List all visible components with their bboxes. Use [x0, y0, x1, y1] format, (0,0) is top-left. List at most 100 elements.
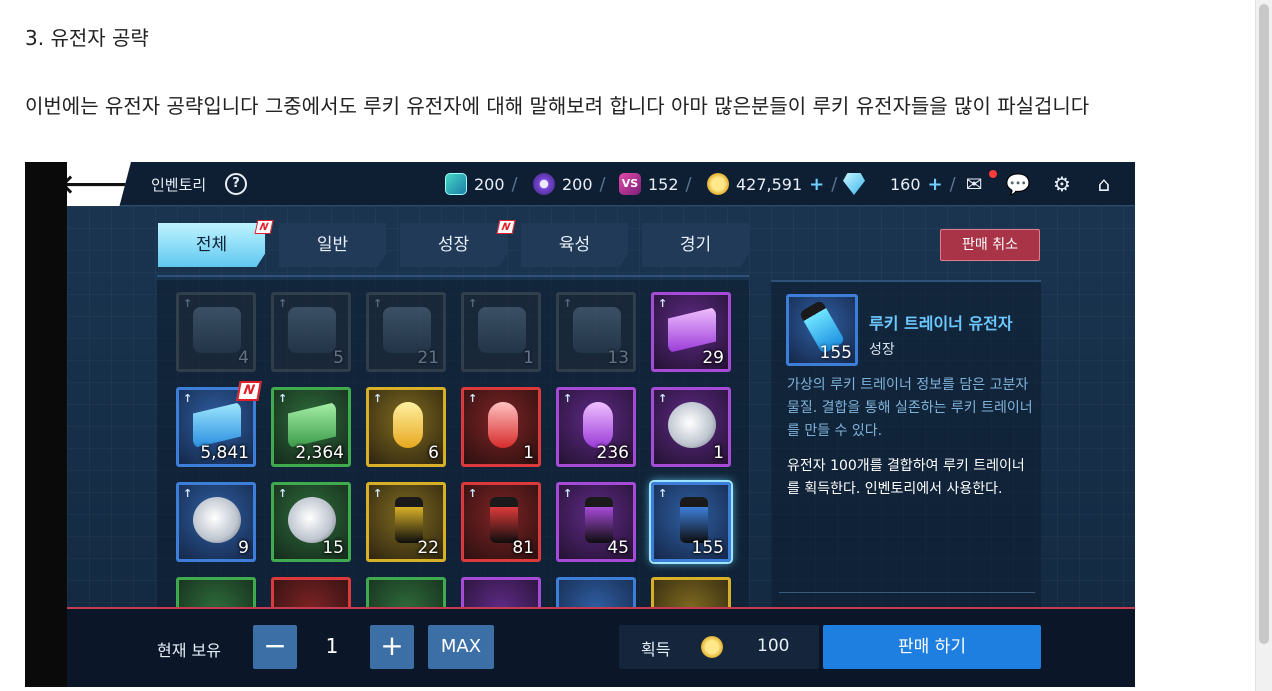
item-count: 236: [596, 443, 629, 463]
gold-value: 427,591: [736, 174, 803, 194]
max-icon: [573, 307, 621, 353]
inventory-item[interactable]: ↑ 13: [556, 292, 636, 372]
selected-item-count: 155: [819, 343, 852, 363]
inventory-item[interactable]: ↑ 22: [366, 482, 446, 562]
vs-ticket-icon: VS: [619, 173, 641, 195]
gem-value: 160: [890, 174, 921, 194]
item-count: 1: [523, 443, 534, 463]
orb-icon: [533, 173, 555, 195]
tab-all[interactable]: 전체: [158, 223, 265, 267]
separator: /: [949, 173, 956, 195]
inventory-item[interactable]: ↑ 21: [366, 292, 446, 372]
inventory-item[interactable]: ↑ 155: [651, 482, 731, 562]
box-icon: [193, 307, 241, 353]
page-scrollbar[interactable]: [1255, 0, 1272, 691]
inventory-item[interactable]: ↑ 1: [651, 387, 731, 467]
add-gold-button[interactable]: +: [809, 174, 824, 195]
resource-vs-value: 152: [648, 174, 679, 194]
resource-book: 200 /: [445, 173, 518, 195]
item-count: 29: [702, 348, 724, 368]
capsule-icon: [488, 402, 518, 448]
gain-label: 획득: [641, 640, 671, 659]
tube-icon: [680, 497, 708, 543]
resource-orb: 200 /: [533, 173, 606, 195]
capsule-icon: [583, 402, 613, 448]
upgrade-arrow-icon: ↑: [373, 297, 383, 310]
cancel-sell-button[interactable]: 판매 취소: [940, 229, 1040, 261]
new-badge: N: [236, 381, 262, 401]
scrollbar-thumb[interactable]: [1259, 4, 1269, 644]
tube-icon: [585, 497, 613, 543]
inventory-item[interactable]: ↑ 1: [461, 387, 541, 467]
upgrade-arrow-icon: ↑: [468, 487, 478, 500]
separator: /: [511, 173, 518, 195]
tabs-divider: [157, 275, 749, 277]
add-gem-button[interactable]: +: [928, 174, 943, 195]
notification-dot: [989, 170, 997, 178]
upgrade-arrow-icon: ↑: [183, 297, 193, 310]
item-count: 5: [333, 348, 344, 368]
inventory-item[interactable]: ↑ 2,364: [271, 387, 351, 467]
inventory-item[interactable]: ↑ 15: [271, 482, 351, 562]
sell-button[interactable]: 판매 하기: [823, 625, 1041, 669]
upgrade-arrow-icon: ↑: [278, 487, 288, 500]
upgrade-arrow-icon: ↑: [183, 392, 193, 405]
current-hold-label: 현재 보유: [157, 641, 221, 660]
letterbox-bar: [25, 162, 67, 687]
mail-icon[interactable]: ✉: [961, 172, 987, 196]
separator: /: [685, 173, 692, 195]
help-icon[interactable]: ?: [225, 173, 247, 195]
tab-general[interactable]: 일반: [279, 223, 386, 267]
upgrade-arrow-icon: ↑: [278, 297, 288, 310]
item-count: 1: [523, 348, 534, 368]
decrease-button[interactable]: −: [253, 625, 297, 669]
inventory-item[interactable]: ↑ 236: [556, 387, 636, 467]
upgrade-arrow-icon: ↑: [468, 297, 478, 310]
detail-divider: [779, 592, 1035, 593]
tab-new-badge: N: [254, 220, 274, 234]
increase-button[interactable]: +: [370, 625, 414, 669]
tab-match[interactable]: 경기: [642, 223, 749, 267]
upgrade-arrow-icon: ↑: [183, 487, 193, 500]
inventory-item[interactable]: ↑ 5: [271, 292, 351, 372]
item-count: 13: [607, 348, 629, 368]
upgrade-arrow-icon: ↑: [563, 392, 573, 405]
inventory-item[interactable]: ↑ 1: [461, 292, 541, 372]
item-count: 15: [322, 538, 344, 558]
tab-growth[interactable]: 성장: [400, 223, 507, 267]
item-count: 6: [428, 443, 439, 463]
resource-gem: 160 + /: [843, 173, 956, 195]
diamond-icon: [843, 173, 865, 195]
quantity-value: 1: [325, 634, 339, 658]
separator: /: [599, 173, 606, 195]
upgrade-arrow-icon: ↑: [468, 392, 478, 405]
inventory-title: 인벤토리: [151, 176, 207, 194]
inventory-item[interactable]: ↑ 29: [651, 292, 731, 372]
inventory-item[interactable]: ↑ 81: [461, 482, 541, 562]
item-count: 1: [713, 443, 724, 463]
item-count: 2,364: [295, 443, 344, 463]
book-icon: [445, 173, 467, 195]
inventory-item[interactable]: ↑ 9: [176, 482, 256, 562]
coin-icon: [701, 636, 723, 658]
home-icon[interactable]: ⌂: [1091, 172, 1117, 196]
inventory-item[interactable]: ↑ 4: [176, 292, 256, 372]
upgrade-arrow-icon: ↑: [278, 392, 288, 405]
tube-icon: [395, 497, 423, 543]
back-button[interactable]: 🡐: [67, 162, 131, 206]
head-icon: [668, 402, 716, 448]
inventory-item[interactable]: ↑ 6: [366, 387, 446, 467]
box-icon: [288, 307, 336, 353]
max-button[interactable]: MAX: [428, 625, 494, 669]
upgrade-arrow-icon: ↑: [373, 487, 383, 500]
tab-training[interactable]: 육성: [521, 223, 628, 267]
item-count: 9: [238, 538, 249, 558]
chat-icon[interactable]: 💬: [1005, 172, 1031, 196]
upgrade-arrow-icon: ↑: [658, 297, 668, 310]
resource-gold: 427,591 + /: [707, 173, 837, 195]
inventory-item[interactable]: ↑ 45: [556, 482, 636, 562]
item-count: 81: [512, 538, 534, 558]
gear-icon[interactable]: ⚙: [1049, 172, 1075, 196]
section-heading: 3. 유전자 공략: [25, 26, 149, 50]
vs-icon: [478, 307, 526, 353]
